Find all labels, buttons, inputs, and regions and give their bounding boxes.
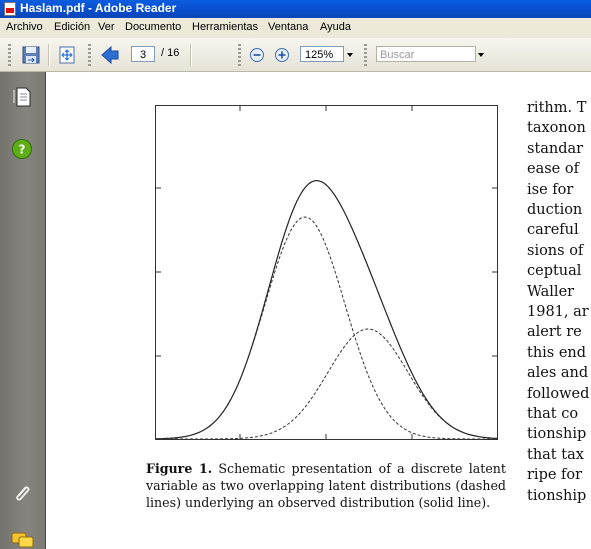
paragraph-line: standar <box>527 140 584 157</box>
back-arrow-icon[interactable] <box>100 46 120 64</box>
menu-archivo[interactable]: Archivo <box>6 21 43 33</box>
help-icon[interactable]: ? <box>11 138 33 160</box>
menu-edicion[interactable]: Edición <box>54 21 90 33</box>
page-count: / 16 <box>161 47 180 59</box>
x-axis-ticks <box>239 105 413 440</box>
paragraph-line: ease of <box>527 161 579 178</box>
paragraph-line: ripe for <box>527 467 583 484</box>
paragraph-line: followed <box>527 385 590 402</box>
paragraph-line: ise for <box>527 181 574 198</box>
paragraph-line: rithm. T <box>527 100 587 116</box>
figure-plot <box>155 105 498 440</box>
document-view[interactable]: Figure 1. Schematic presentation of a di… <box>46 72 591 549</box>
menu-herramientas[interactable]: Herramientas <box>192 21 258 33</box>
latent-distribution-curve-2 <box>155 328 498 440</box>
latent-distribution-curve-1 <box>155 216 497 440</box>
paragraph-line: that co <box>527 406 579 422</box>
pages-icon[interactable] <box>12 86 32 108</box>
paragraph-line: duction <box>527 202 583 218</box>
zoom-field[interactable]: 125% <box>300 46 344 62</box>
toolbar-grip[interactable] <box>8 44 11 66</box>
paragraph-line: careful <box>527 222 579 239</box>
toolbar-separator <box>48 44 50 66</box>
paragraph-line: sions of <box>527 242 584 259</box>
paragraph-line: 1981, ar <box>527 304 589 320</box>
toolbar-grip[interactable] <box>238 44 241 66</box>
paragraph-line: that tax <box>527 446 584 463</box>
menu-ventana[interactable]: Ventana <box>268 21 308 33</box>
zoom-dropdown-arrow[interactable] <box>347 53 353 57</box>
toolbar-separator <box>190 44 192 66</box>
toolbar-grip[interactable] <box>364 44 367 66</box>
pdf-file-icon <box>4 2 16 16</box>
window-title: Haslam.pdf - Adobe Reader <box>20 1 177 15</box>
paragraph-line: tionship <box>527 487 587 504</box>
figure-caption: Figure 1. Schematic presentation of a di… <box>146 460 506 511</box>
zoom-out-icon[interactable] <box>249 47 265 63</box>
fit-page-icon[interactable] <box>56 44 78 66</box>
toolbar: 3 / 16 125% Buscar <box>0 38 591 72</box>
attachment-icon[interactable] <box>11 482 33 504</box>
save-icon[interactable] <box>20 44 42 66</box>
navigation-pane: ? <box>0 72 45 549</box>
svg-text:?: ? <box>19 143 26 157</box>
search-input[interactable]: Buscar <box>376 46 476 62</box>
y-axis-ticks <box>155 187 498 357</box>
observed-distribution-curve <box>155 179 498 440</box>
page-number-input[interactable]: 3 <box>131 46 155 62</box>
menu-documento[interactable]: Documento <box>125 21 181 33</box>
plot-frame <box>155 105 498 440</box>
paragraph-line: ales and <box>527 365 589 382</box>
toolbar-grip[interactable] <box>88 44 91 66</box>
paragraph-line: taxonon <box>527 120 586 137</box>
search-dropdown-arrow[interactable] <box>478 53 484 57</box>
comments-icon[interactable] <box>10 530 36 549</box>
zoom-in-icon[interactable] <box>274 47 290 63</box>
paragraph-line: tionship <box>527 426 587 443</box>
paragraph-line: alert re <box>527 324 582 341</box>
paragraph-line: Waller <box>527 283 575 300</box>
menu-bar: Archivo Edición Ver Documento Herramient… <box>0 18 591 39</box>
menu-ayuda[interactable]: Ayuda <box>320 21 351 33</box>
paragraph-line: this end <box>527 344 587 361</box>
menu-ver[interactable]: Ver <box>98 21 115 33</box>
paragraph-line: ceptual <box>527 263 582 280</box>
title-bar: Haslam.pdf - Adobe Reader <box>0 0 591 18</box>
figure-label: Figure 1. <box>146 461 213 476</box>
